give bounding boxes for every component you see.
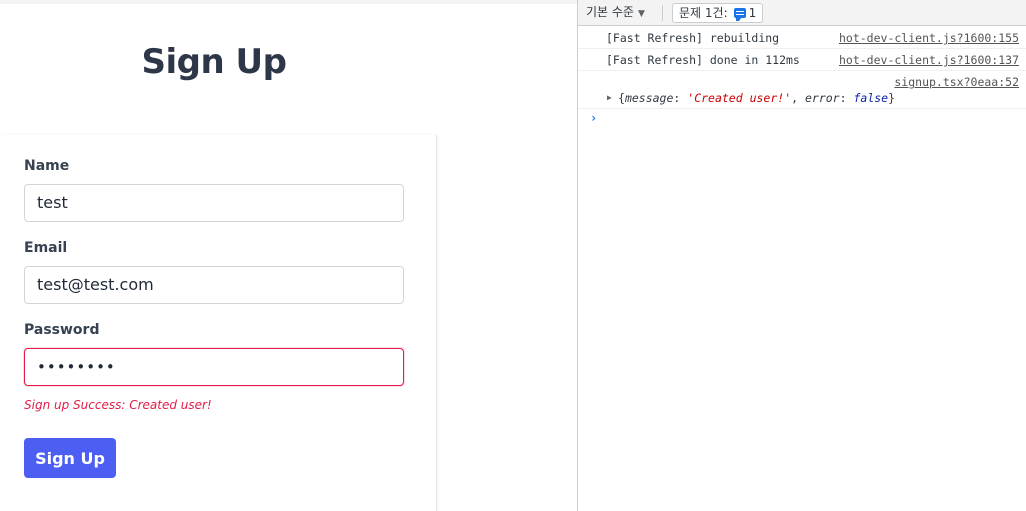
sign-up-button[interactable]: Sign Up — [24, 438, 116, 478]
console-toolbar: 기본 수준 ▼ 문제 1건: 1 — [578, 0, 1026, 26]
log-source-link[interactable]: signup.tsx?0eaa:52 — [894, 75, 1019, 89]
devtools-console: 기본 수준 ▼ 문제 1건: 1 [Fast Refresh] rebuildin… — [577, 0, 1026, 511]
console-prompt-icon[interactable]: › — [590, 111, 597, 125]
console-log-row: [Fast Refresh] rebuilding hot-dev-client… — [578, 27, 1026, 49]
issues-label: 문제 1건: — [679, 6, 728, 20]
issues-count: 1 — [748, 6, 757, 20]
password-label: Password — [24, 322, 100, 338]
status-message: Sign up Success: Created user! — [24, 398, 212, 412]
log-level-label: 기본 수준 — [586, 5, 634, 19]
app-pane: Sign Up Name test Email test@test.com Pa… — [0, 0, 578, 511]
email-input[interactable]: test@test.com — [24, 266, 404, 304]
page-title: Sign Up — [141, 42, 287, 82]
object-key: error — [804, 91, 840, 105]
logged-object[interactable]: {message: 'Created user!', error: false} — [618, 91, 895, 105]
name-input[interactable]: test — [24, 184, 404, 222]
log-source-link[interactable]: hot-dev-client.js?1600:137 — [839, 53, 1019, 67]
top-band — [0, 0, 578, 4]
console-log-row: [Fast Refresh] done in 112ms hot-dev-cli… — [578, 49, 1026, 71]
toolbar-divider — [662, 5, 663, 21]
name-label: Name — [24, 158, 70, 174]
expand-triangle-icon[interactable]: ▶ — [607, 93, 612, 102]
log-message: [Fast Refresh] rebuilding — [606, 31, 780, 45]
log-message: [Fast Refresh] done in 112ms — [606, 53, 800, 67]
password-input[interactable]: •••••••• — [24, 348, 404, 386]
issue-message-icon — [733, 8, 746, 21]
log-source-link[interactable]: hot-dev-client.js?1600:155 — [839, 31, 1019, 45]
object-value: 'Created user!' — [687, 91, 792, 105]
log-level-dropdown[interactable]: 기본 수준 ▼ — [586, 0, 645, 26]
email-label: Email — [24, 240, 68, 256]
object-value: false — [853, 91, 889, 105]
console-object-row: signup.tsx?0eaa:52 ▶ {message: 'Created … — [578, 71, 1026, 109]
object-key: message — [624, 91, 674, 105]
caret-down-icon: ▼ — [637, 9, 645, 19]
issues-button[interactable]: 문제 1건: 1 — [672, 3, 764, 23]
